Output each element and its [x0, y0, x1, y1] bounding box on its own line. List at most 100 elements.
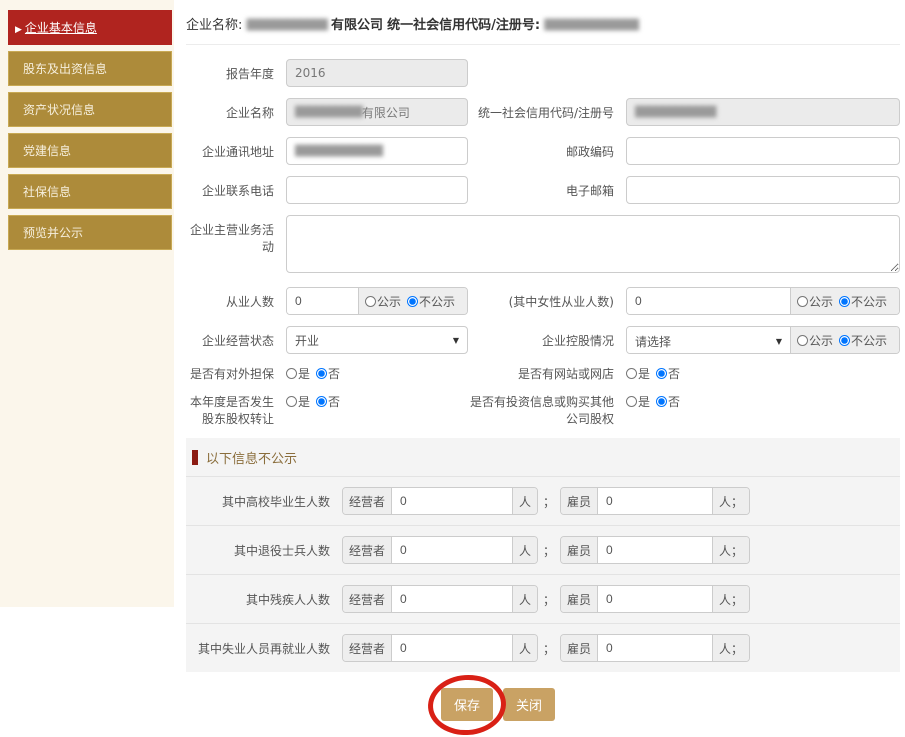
female-not-public-radio[interactable]: [839, 296, 850, 307]
disabled-employee-input[interactable]: [598, 586, 712, 612]
save-button[interactable]: 保存: [441, 688, 493, 721]
email-input[interactable]: [626, 176, 900, 204]
reemployed-employee-input[interactable]: [598, 635, 712, 661]
no-label: 否: [328, 393, 340, 410]
invest-no-option[interactable]: 否: [656, 393, 680, 410]
credit-code-field-label: 统一社会信用代码/注册号: [468, 104, 626, 121]
holding-select[interactable]: 请选择 ▼: [627, 327, 790, 354]
sidebar-item-social-security[interactable]: 社保信息: [8, 174, 172, 209]
not-public-section: 以下信息不公示 其中高校毕业生人数 经营者 人 ； 雇员 人； 其中退役士兵人数…: [186, 438, 900, 672]
guarantee-yes-option[interactable]: 是: [286, 365, 310, 382]
veterans-operator-group: 经营者 人: [342, 536, 538, 564]
veterans-employee-input[interactable]: [598, 537, 712, 563]
website-radios: 是 否: [626, 365, 900, 382]
close-button[interactable]: 关闭: [503, 688, 555, 721]
female-not-public-option[interactable]: 不公示: [839, 293, 887, 310]
transfer-yes-option[interactable]: 是: [286, 393, 310, 410]
not-public-label: 不公示: [851, 293, 887, 310]
business-textarea[interactable]: [286, 215, 900, 273]
transfer-yes-radio[interactable]: [286, 396, 297, 407]
sidebar-item-basic-info[interactable]: ▶企业基本信息: [8, 10, 172, 45]
disabled-operator-input[interactable]: [392, 586, 512, 612]
employee-addon: 雇员: [561, 635, 598, 661]
guarantee-yes-radio[interactable]: [286, 368, 297, 379]
staff-input[interactable]: [287, 288, 358, 314]
credit-code-redacted: ██████████████: [544, 20, 638, 31]
operator-addon: 经营者: [343, 635, 392, 661]
female-public-radio[interactable]: [797, 296, 808, 307]
page-header: 企业名称: ████████████ 有限公司 统一社会信用代码/注册号: ██…: [186, 14, 900, 45]
public-label: 公示: [809, 332, 833, 349]
invest-yes-radio[interactable]: [626, 396, 637, 407]
sidebar-item-party-building[interactable]: 党建信息: [8, 133, 172, 168]
sidebar-item-label: 预览并公示: [23, 226, 83, 240]
company-name-label: 企业名称:: [186, 18, 242, 33]
address-input[interactable]: █████████████: [286, 137, 468, 165]
guarantee-no-radio[interactable]: [316, 368, 327, 379]
veterans-operator-input[interactable]: [392, 537, 512, 563]
website-label: 是否有网站或网店: [468, 365, 626, 382]
website-yes-radio[interactable]: [626, 368, 637, 379]
row-business-activity: 企业主营业务活动: [186, 215, 900, 276]
staff-public-radio[interactable]: [365, 296, 376, 307]
female-staff-publicity-addon: 公示 不公示: [790, 288, 899, 314]
active-arrow-icon: ▶: [15, 25, 22, 35]
veterans-label: 其中退役士兵人数: [194, 542, 342, 559]
website-yes-option[interactable]: 是: [626, 365, 650, 382]
phone-input[interactable]: [286, 176, 468, 204]
veterans-employee-group: 雇员 人；: [560, 536, 750, 564]
female-public-option[interactable]: 公示: [797, 293, 833, 310]
holding-not-public-option[interactable]: 不公示: [839, 332, 887, 349]
staff-not-public-radio[interactable]: [407, 296, 418, 307]
no-label: 否: [328, 365, 340, 382]
company-name-redacted: ████████████: [247, 20, 327, 31]
postcode-input[interactable]: [626, 137, 900, 165]
staff-not-public-option[interactable]: 不公示: [407, 293, 455, 310]
invest-radios: 是 否: [626, 393, 900, 410]
phone-label: 企业联系电话: [186, 182, 286, 199]
separator: ；: [538, 591, 560, 608]
female-staff-input[interactable]: [627, 288, 790, 314]
transfer-no-radio[interactable]: [316, 396, 327, 407]
reemployed-operator-input[interactable]: [392, 635, 512, 661]
invest-no-radio[interactable]: [656, 396, 667, 407]
holding-group: 请选择 ▼ 公示 不公示: [626, 326, 900, 354]
unit-addon: 人: [512, 537, 537, 563]
sidebar-item-label: 股东及出资信息: [23, 62, 107, 76]
sidebar-item-assets[interactable]: 资产状况信息: [8, 92, 172, 127]
website-no-radio[interactable]: [656, 368, 667, 379]
staff-public-option[interactable]: 公示: [365, 293, 401, 310]
reemployed-employee-group: 雇员 人；: [560, 634, 750, 662]
staff-input-group: 公示 不公示: [286, 287, 468, 315]
holding-not-public-radio[interactable]: [839, 335, 850, 346]
unit-end-addon: 人；: [712, 635, 749, 661]
section-header: 以下信息不公示: [186, 438, 900, 476]
holding-public-radio[interactable]: [797, 335, 808, 346]
graduates-operator-input[interactable]: [392, 488, 512, 514]
website-no-option[interactable]: 否: [656, 365, 680, 382]
sidebar-item-label: 党建信息: [23, 144, 71, 158]
yes-label: 是: [638, 365, 650, 382]
section-row-reemployed: 其中失业人员再就业人数 经营者 人 ； 雇员 人；: [186, 623, 900, 672]
holding-public-option[interactable]: 公示: [797, 332, 833, 349]
status-select[interactable]: 开业 ▼: [286, 326, 468, 354]
guarantee-label: 是否有对外担保: [186, 365, 286, 382]
button-row: 保存 关闭: [186, 672, 900, 737]
report-year-input: [286, 59, 468, 87]
unit-addon: 人: [512, 586, 537, 612]
unit-end-addon: 人；: [712, 537, 749, 563]
reemployed-label: 其中失业人员再就业人数: [194, 640, 342, 657]
main-content: 企业名称: ████████████ 有限公司 统一社会信用代码/注册号: ██…: [186, 14, 900, 737]
yes-label: 是: [638, 393, 650, 410]
sidebar-item-shareholders[interactable]: 股东及出资信息: [8, 51, 172, 86]
separator: ；: [538, 542, 560, 559]
chevron-down-icon: ▼: [453, 336, 459, 345]
transfer-no-option[interactable]: 否: [316, 393, 340, 410]
invest-yes-option[interactable]: 是: [626, 393, 650, 410]
graduates-employee-input[interactable]: [598, 488, 712, 514]
sidebar-item-label: 企业基本信息: [25, 21, 97, 35]
unit-addon: 人: [512, 635, 537, 661]
not-public-label: 不公示: [419, 293, 455, 310]
sidebar-item-preview-publish[interactable]: 预览并公示: [8, 215, 172, 250]
guarantee-no-option[interactable]: 否: [316, 365, 340, 382]
